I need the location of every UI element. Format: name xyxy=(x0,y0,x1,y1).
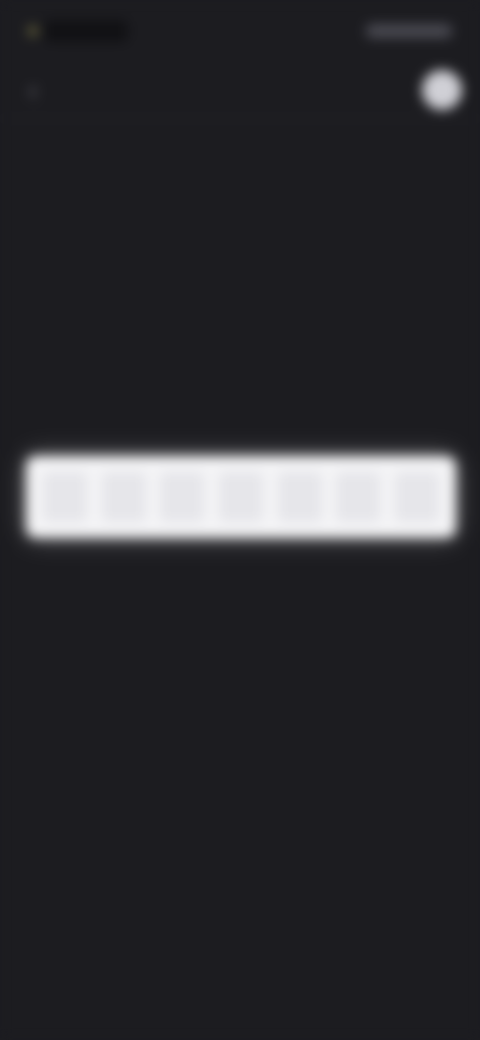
status-bar-left xyxy=(28,20,128,42)
code-digit-2[interactable] xyxy=(101,472,146,522)
avatar[interactable] xyxy=(422,70,462,110)
app-bar: ‹ xyxy=(0,62,480,118)
code-digit-1[interactable] xyxy=(43,472,88,522)
code-digit-4[interactable] xyxy=(218,472,263,522)
code-digit-5[interactable] xyxy=(277,472,322,522)
header-divider xyxy=(0,118,480,119)
code-digit-7[interactable] xyxy=(394,472,439,522)
code-digit-6[interactable] xyxy=(336,472,381,522)
status-bar-time xyxy=(44,20,128,42)
footer xyxy=(0,812,480,826)
chevron-left-icon[interactable]: ‹ xyxy=(20,77,46,103)
verification-code-field[interactable] xyxy=(26,456,456,538)
status-bar-icons xyxy=(366,24,452,38)
screen: ‹ xyxy=(0,0,480,1040)
status-indicator xyxy=(28,26,38,36)
code-digit-3[interactable] xyxy=(160,472,205,522)
status-bar xyxy=(0,0,480,62)
